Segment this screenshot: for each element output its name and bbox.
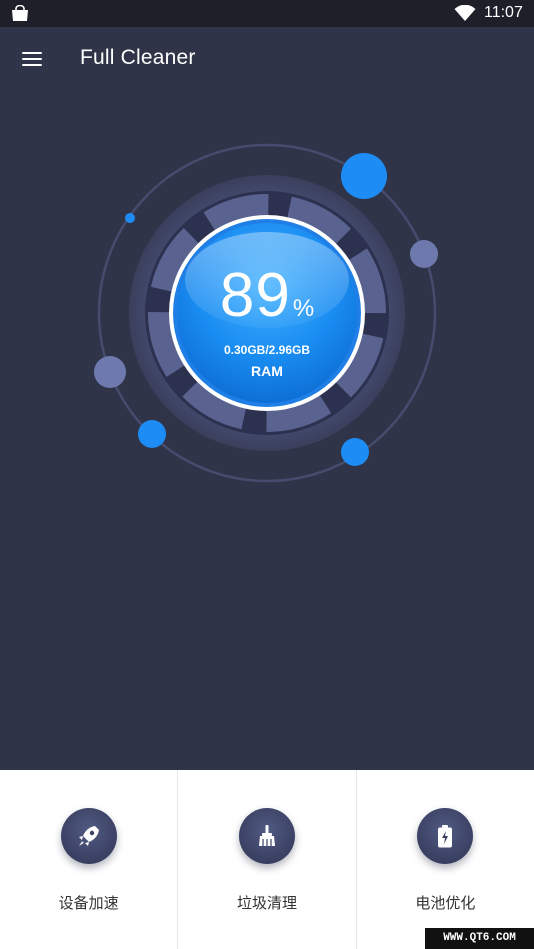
battery-icon: [417, 808, 474, 864]
ram-percent: 89: [219, 261, 291, 330]
hamburger-menu-icon[interactable]: [14, 43, 50, 75]
device-boost-button[interactable]: 设备加速: [0, 770, 179, 949]
orbit-dot: [341, 438, 369, 466]
orbit-dot: [125, 213, 135, 223]
watermark-logo: WWW.QT6.COM: [425, 928, 534, 949]
battery-optimize-label: 电池优化: [415, 894, 476, 912]
ram-usage-text: 0.30GB/2.96GB: [223, 343, 311, 357]
shopping-bag-icon: [12, 5, 28, 21]
orbit-dot: [94, 356, 126, 388]
gauge-readout: 89% 0.30GB/2.96GB RAM: [183, 232, 351, 400]
ram-gauge[interactable]: 89% 0.30GB/2.96GB RAM: [0, 130, 534, 510]
device-boost-label: 设备加速: [58, 894, 119, 912]
ram-label: RAM: [251, 363, 283, 379]
status-bar: 11:07: [0, 0, 534, 27]
junk-clean-button[interactable]: 垃圾清理: [178, 770, 357, 949]
app-screen: 11:07 Full Cleaner 89% 0.30GB/2.96GB RAM…: [0, 0, 534, 949]
wifi-icon: [454, 5, 476, 21]
action-panel: 设备加速 垃圾清理 电池优化: [0, 770, 534, 949]
app-bar: Full Cleaner: [0, 27, 534, 91]
junk-clean-label: 垃圾清理: [236, 894, 297, 912]
percent-sign: %: [292, 295, 315, 322]
orbit-dot: [341, 153, 387, 199]
rocket-icon: [60, 808, 117, 864]
status-time: 11:07: [484, 4, 523, 21]
orbit-dot: [138, 420, 166, 448]
app-title: Full Cleaner: [80, 46, 196, 69]
percent-row: 89%: [183, 260, 351, 331]
orbit-dot: [410, 240, 438, 268]
battery-optimize-button[interactable]: 电池优化: [357, 770, 534, 949]
broom-icon: [238, 808, 295, 864]
